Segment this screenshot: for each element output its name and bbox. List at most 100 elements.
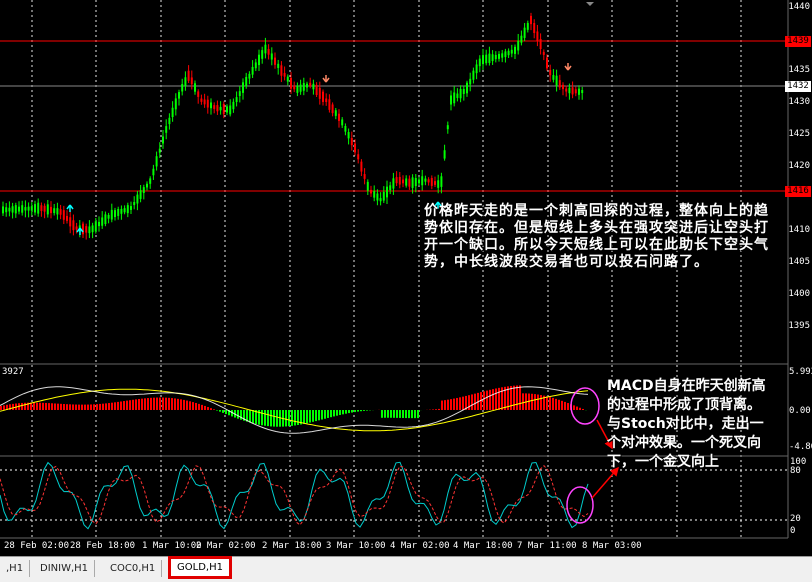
candle-body [511,50,513,54]
macd-bar [492,389,494,410]
candle-body [101,217,103,225]
macd-bar [444,400,446,410]
candle-body [290,78,292,89]
macd-bar [96,404,98,410]
macd-bar [177,399,179,410]
candle-body [450,95,452,104]
tab-coc0-h1[interactable]: COC0,H1 [104,560,162,577]
macd-bar [552,398,554,410]
macd-bar [276,410,278,427]
candle-body [469,79,471,85]
candle-body [488,54,490,63]
candle-body [453,92,455,103]
candle-body [12,206,14,212]
candle-body [293,86,295,89]
candle-body [261,50,263,59]
macd-bar [117,402,119,410]
candle-body [444,150,446,158]
macd-bar [135,399,137,410]
macd-bar [219,410,221,412]
macd-bar [573,405,575,410]
candle-body [37,203,39,214]
candle-body [581,90,583,93]
candle-body [495,55,497,59]
candle-body [418,180,420,184]
candle-body [40,205,42,211]
tab-partial-h1[interactable]: ,H1 [0,560,30,577]
time-label: 7 Mar 11:00 [517,541,577,551]
macd-bar [162,398,164,410]
macd-bar [132,400,134,410]
macd-bar [567,403,569,410]
macd-value-label: 3927 [2,367,24,377]
candle-body [60,209,62,215]
macd-bar [321,410,323,420]
macd-bar [213,409,215,410]
candle-body [546,58,548,69]
macd-bar [261,410,263,425]
candle-body [424,179,426,182]
time-label: 2 Mar 02:00 [196,541,256,551]
candle-body [264,45,266,54]
macd-bar [36,403,38,410]
candle-body [5,207,7,212]
candle-body [466,83,468,94]
candle-body [239,91,241,96]
macd-bar [327,410,329,418]
macd-bar [189,401,191,410]
candle-body [72,220,74,230]
candle-body [463,89,465,94]
candle-body [245,77,247,86]
candle-body [316,85,318,95]
macd-bar [84,405,86,410]
macd-bar [288,410,290,426]
macd-bar [78,405,80,410]
candle-body [572,87,574,94]
candle-body [396,177,398,183]
candle-body [332,104,334,113]
macd-bar [576,407,578,410]
macd-bar [363,410,365,411]
candle-body [104,214,106,224]
macd-bar [12,404,14,410]
macd-bar [564,402,566,410]
tab-diniw-h1[interactable]: DINIW,H1 [34,560,95,577]
macd-bar [339,410,341,415]
macd-bar [348,410,350,413]
candle-body [82,224,84,235]
candle-body [284,73,286,77]
tab-gold-h1[interactable]: GOLD,H1 [168,556,232,579]
candle-body [517,41,519,51]
macd-bar [537,395,539,410]
candle-body [143,187,145,193]
macd-bar [252,410,254,423]
macd-bar [57,404,59,410]
macd-bar [486,391,488,410]
macd-bar [483,391,485,410]
candle-body [408,179,410,187]
candle-body [437,180,439,188]
macd-bar [447,400,449,410]
macd-bar [405,410,407,418]
candle-body [181,84,183,91]
macd-bar [90,404,92,410]
candle-body [338,114,340,121]
macd-bar [129,400,131,410]
macd-bar [561,401,563,410]
candle-body [540,39,542,49]
macd-bar [549,397,551,410]
candle-body [348,132,350,138]
candle-body [536,31,538,40]
candle-body [124,208,126,212]
macd-bar [342,410,344,414]
candle-body [383,192,385,201]
candle-body [63,210,65,220]
candle-body [165,126,167,133]
macd-bar [291,410,293,426]
macd-bar [396,410,398,418]
gold-h1-chart[interactable] [0,0,812,556]
macd-bar [0,406,2,410]
candle-body [309,83,311,86]
candle-body [156,156,158,166]
candle-body [392,178,394,188]
